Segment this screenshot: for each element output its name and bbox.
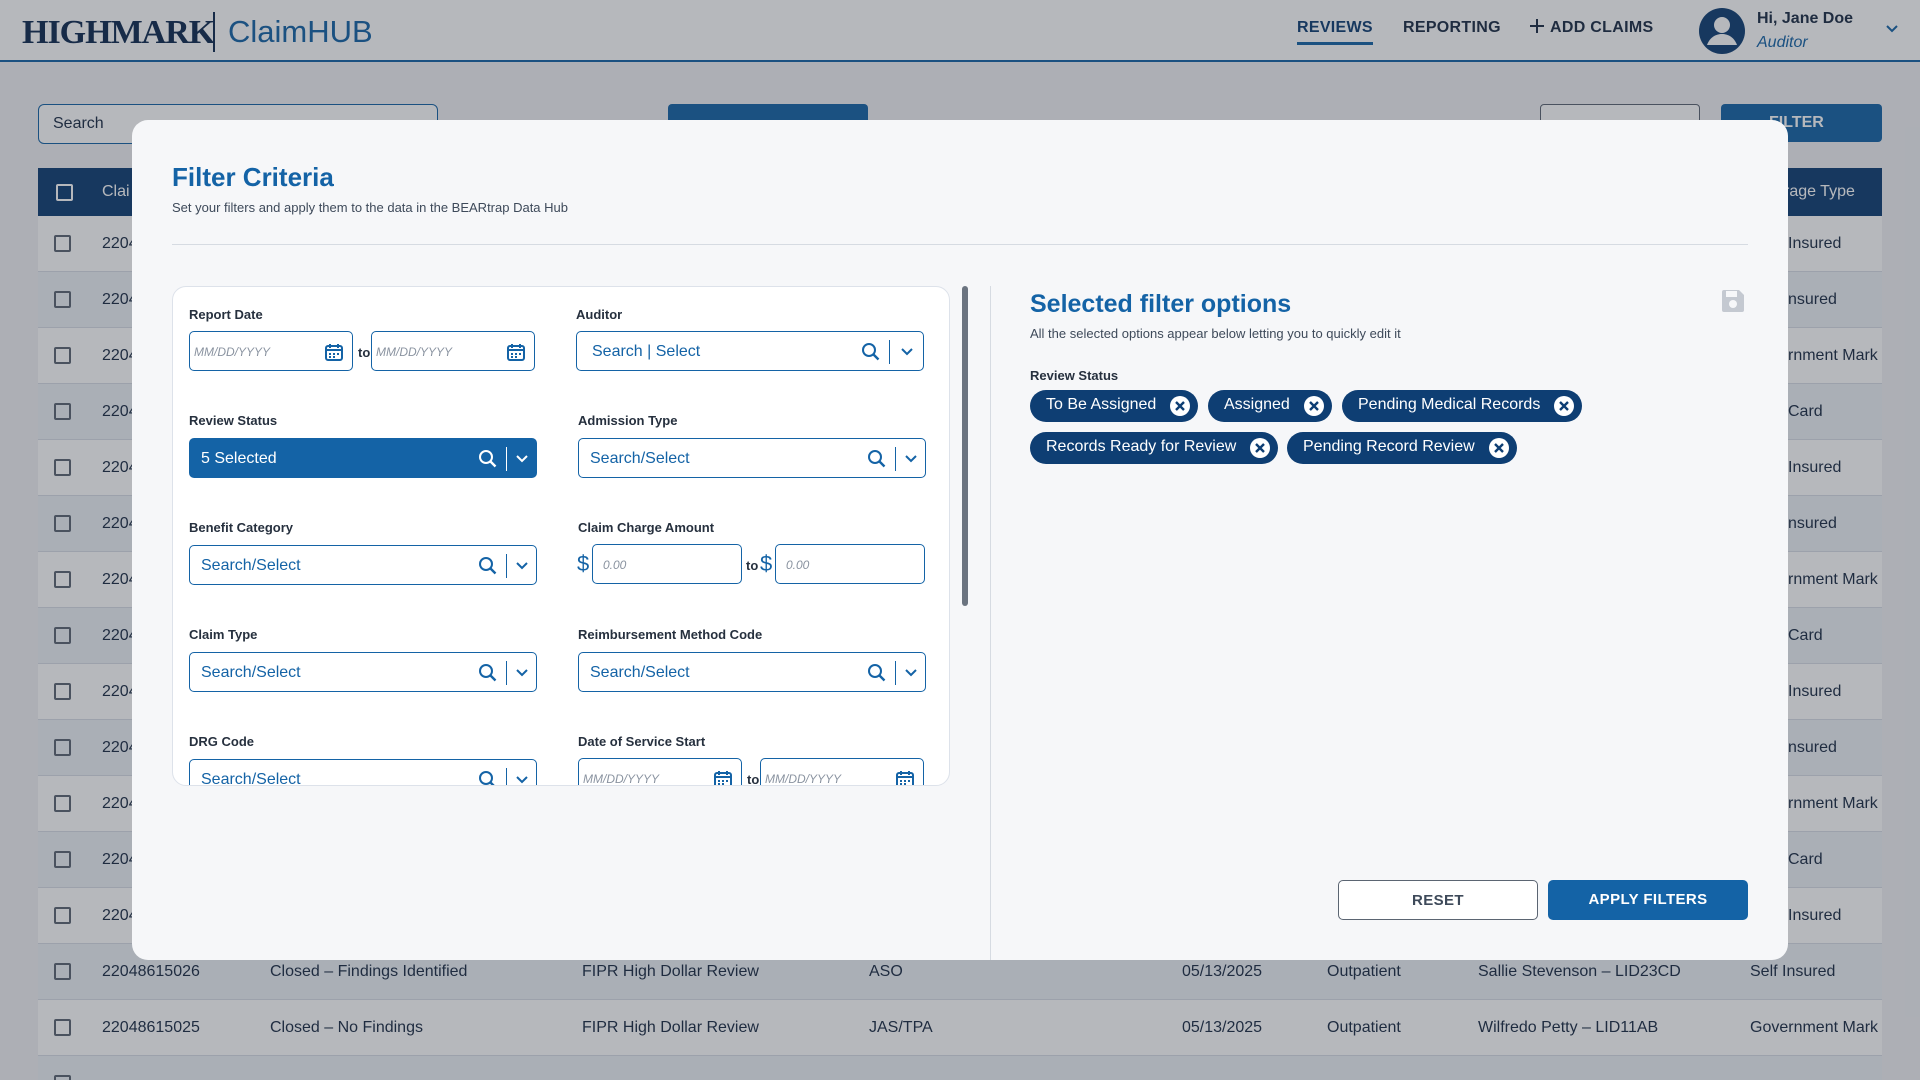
- drg-code-placeholder: Search/Select: [201, 771, 301, 786]
- chevron-down-icon[interactable]: [514, 451, 530, 467]
- input-separator: [895, 447, 896, 471]
- modal-title: Filter Criteria: [172, 162, 334, 192]
- close-icon[interactable]: [1248, 436, 1272, 460]
- report-date-from-input[interactable]: MM/DD/YYYY: [189, 331, 353, 371]
- claim-charge-from-input[interactable]: 0.00: [592, 544, 742, 584]
- date-of-service-to-input[interactable]: MM/DD/YYYY: [760, 758, 924, 786]
- reimbursement-method-code-label: Reimbursement Method Code: [578, 627, 763, 642]
- search-icon: [479, 450, 497, 468]
- date-of-service-from-placeholder: MM/DD/YYYY: [583, 772, 660, 786]
- modal-subtitle: Set your filters and apply them to the d…: [172, 200, 568, 215]
- close-icon[interactable]: [1302, 394, 1326, 418]
- search-icon: [479, 771, 495, 785]
- chevron-down-icon[interactable]: [899, 344, 915, 360]
- claim-charge-from-placeholder: 0.00: [603, 558, 627, 572]
- apply-filters-button[interactable]: APPLY FILTERS: [1548, 880, 1748, 920]
- save-icon[interactable]: [1720, 288, 1746, 314]
- filter-chip-to-be-assigned[interactable]: To Be Assigned: [1030, 390, 1199, 422]
- search-icon: [868, 450, 886, 468]
- search-icon: [868, 664, 886, 682]
- input-separator: [506, 661, 507, 685]
- close-icon[interactable]: [1487, 436, 1511, 460]
- report-date-to-input[interactable]: MM/DD/YYYY: [371, 331, 535, 371]
- claim-charge-amount-label: Claim Charge Amount: [578, 520, 715, 535]
- selected-group-label: Review Status: [1030, 368, 1119, 383]
- benefit-category-placeholder: Search/Select: [201, 557, 301, 574]
- chevron-down-icon[interactable]: [903, 451, 919, 467]
- admission-type-placeholder: Search/Select: [590, 450, 690, 467]
- admission-type-select[interactable]: Search/Select: [578, 438, 926, 478]
- reset-button[interactable]: RESET: [1338, 880, 1538, 920]
- auditor-placeholder: Search | Select: [592, 343, 701, 360]
- chip-label: To Be Assigned: [1046, 396, 1157, 413]
- calendar-icon[interactable]: [506, 342, 526, 362]
- calendar-icon[interactable]: [324, 342, 344, 362]
- filter-chip-records-ready-for-review[interactable]: Records Ready for Review: [1030, 432, 1279, 464]
- filter-chip-pending-medical-records[interactable]: Pending Medical Records: [1342, 390, 1583, 422]
- report-date-label: Report Date: [189, 307, 263, 322]
- reimbursement-method-code-select[interactable]: Search/Select: [578, 652, 926, 692]
- input-separator: [895, 661, 896, 685]
- filter-chip-assigned[interactable]: Assigned: [1208, 390, 1332, 422]
- auditor-select[interactable]: Search | Select: [576, 331, 924, 371]
- report-date-to-placeholder: MM/DD/YYYY: [376, 345, 453, 359]
- date-of-service-from-input[interactable]: MM/DD/YYYY: [578, 758, 742, 786]
- claim-type-label: Claim Type: [189, 627, 258, 642]
- input-separator: [506, 768, 507, 785]
- input-separator: [889, 340, 890, 364]
- filter-chip-pending-record-review[interactable]: Pending Record Review: [1287, 432, 1517, 464]
- dollar-sign: $: [577, 551, 590, 576]
- claim-type-placeholder: Search/Select: [201, 664, 301, 681]
- reimbursement-method-code-placeholder: Search/Select: [590, 664, 690, 681]
- auditor-label: Auditor: [576, 307, 623, 322]
- selected-filters-title: Selected filter options: [1030, 290, 1292, 318]
- chip-label: Assigned: [1224, 396, 1290, 413]
- date-of-service-start-label: Date of Service Start: [578, 734, 706, 749]
- review-status-select[interactable]: 5 Selected: [189, 438, 537, 478]
- drg-code-select[interactable]: Search/Select: [189, 759, 537, 786]
- date-of-service-to-text: to: [747, 772, 760, 786]
- chevron-down-icon[interactable]: [514, 558, 530, 574]
- filter-fields-panel: Report Date MM/DD/YYYY to MM/DD/YYYY Aud…: [172, 286, 950, 786]
- claim-charge-to-placeholder: 0.00: [786, 558, 810, 572]
- calendar-icon[interactable]: [713, 769, 733, 786]
- claim-charge-to-input[interactable]: 0.00: [775, 544, 925, 584]
- dollar-sign: $: [760, 551, 773, 576]
- chip-label: Pending Medical Records: [1358, 396, 1541, 413]
- claim-type-select[interactable]: Search/Select: [189, 652, 537, 692]
- chevron-down-icon[interactable]: [514, 772, 530, 786]
- chip-label: Pending Record Review: [1303, 438, 1475, 455]
- calendar-icon[interactable]: [895, 769, 915, 786]
- benefit-category-label: Benefit Category: [189, 520, 294, 535]
- admission-type-label: Admission Type: [578, 413, 678, 428]
- review-status-value: 5 Selected: [201, 450, 277, 467]
- search-icon: [862, 343, 880, 361]
- input-separator: [506, 554, 507, 578]
- chip-label: Records Ready for Review: [1046, 438, 1237, 455]
- input-separator: [506, 447, 507, 471]
- filter-criteria-modal: Filter Criteria Set your filters and app…: [132, 120, 1788, 960]
- panel-divider: [990, 286, 991, 960]
- report-date-to-text: to: [358, 345, 371, 360]
- filter-panel-scrollbar[interactable]: [962, 286, 968, 606]
- search-icon: [479, 557, 497, 575]
- chevron-down-icon[interactable]: [903, 665, 919, 681]
- date-of-service-to-placeholder: MM/DD/YYYY: [765, 772, 842, 786]
- report-date-from-placeholder: MM/DD/YYYY: [194, 345, 271, 359]
- selected-filters-subtitle: All the selected options appear below le…: [1030, 326, 1401, 341]
- close-icon[interactable]: [1552, 394, 1576, 418]
- search-icon: [479, 664, 497, 682]
- review-status-label: Review Status: [189, 413, 278, 428]
- divider: [172, 244, 1748, 245]
- close-icon[interactable]: [1168, 394, 1192, 418]
- claim-charge-to-text: to: [746, 558, 759, 573]
- chevron-down-icon[interactable]: [514, 665, 530, 681]
- benefit-category-select[interactable]: Search/Select: [189, 545, 537, 585]
- drg-code-label: DRG Code: [189, 734, 254, 749]
